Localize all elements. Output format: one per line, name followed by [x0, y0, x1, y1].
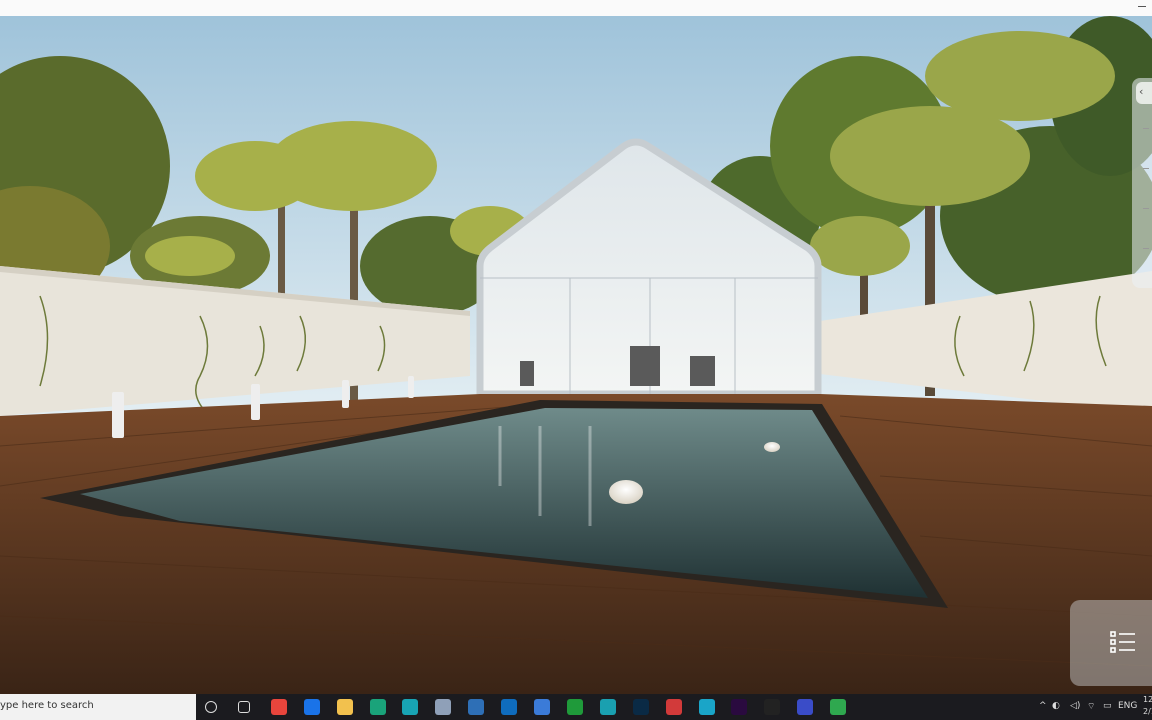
side-toolbar-panel[interactable]: ‹: [1132, 78, 1152, 288]
twinmotion-icon[interactable]: [764, 699, 781, 715]
panel-tick: [1143, 248, 1149, 249]
language-indicator[interactable]: ENG: [1118, 701, 1137, 711]
tray-battery-icon[interactable]: ▭: [1103, 701, 1112, 711]
c-app-icon[interactable]: [830, 699, 847, 715]
panel-tick: [1143, 168, 1149, 169]
window-title-bar: [0, 0, 1152, 17]
calculator-icon[interactable]: [468, 699, 485, 715]
premiere-icon[interactable]: [731, 699, 748, 715]
windows-taskbar: ype here to search ^ ◐ ◁) ⌔ ▭ ENG 12 2/1: [0, 694, 1152, 720]
scene-render: [0, 16, 1152, 694]
mail-icon[interactable]: [501, 699, 518, 715]
chrome-icon[interactable]: [270, 699, 287, 715]
clock-date[interactable]: 2/1: [1143, 707, 1152, 716]
store-icon[interactable]: [534, 699, 550, 715]
tray-wifi-icon[interactable]: ⌔: [1087, 701, 1095, 712]
search-placeholder: ype here to search: [0, 700, 94, 711]
taskbar-search-box[interactable]: ype here to search: [0, 694, 196, 720]
task-view-icon[interactable]: [237, 701, 250, 713]
tray-network-icon[interactable]: ◐: [1052, 701, 1060, 711]
pool-light-orb-small: [764, 442, 780, 452]
clock-time[interactable]: 12: [1143, 695, 1152, 704]
photoshop-icon[interactable]: [632, 699, 649, 715]
camtasia-icon[interactable]: [566, 699, 583, 715]
sketchup-icon[interactable]: [599, 699, 616, 715]
brush-app-icon[interactable]: [435, 699, 452, 715]
tray-volume-icon[interactable]: ◁): [1070, 701, 1080, 711]
cortana-icon[interactable]: [205, 701, 217, 713]
chevron-left-icon: ‹: [1139, 85, 1144, 98]
file-explorer-icon[interactable]: [336, 699, 353, 715]
panel-tick: [1143, 208, 1149, 209]
search-app-icon[interactable]: [303, 699, 320, 715]
edge-icon[interactable]: [698, 699, 715, 715]
scene-list-button[interactable]: [1070, 600, 1152, 686]
red-m-app-icon[interactable]: [665, 699, 682, 715]
minimize-button[interactable]: [1138, 6, 1146, 7]
list-icon: [1110, 631, 1135, 653]
panel-tick: [1143, 128, 1149, 129]
maps-app-icon[interactable]: [369, 699, 386, 715]
tray-chevron-icon[interactable]: ^: [1039, 701, 1047, 711]
collapse-panel-button[interactable]: ‹: [1136, 82, 1152, 104]
render-viewport[interactable]: ‹: [0, 16, 1152, 694]
m-app-icon[interactable]: [402, 699, 419, 715]
pool-light-orb: [609, 480, 643, 504]
globe-app-icon[interactable]: [797, 699, 814, 715]
